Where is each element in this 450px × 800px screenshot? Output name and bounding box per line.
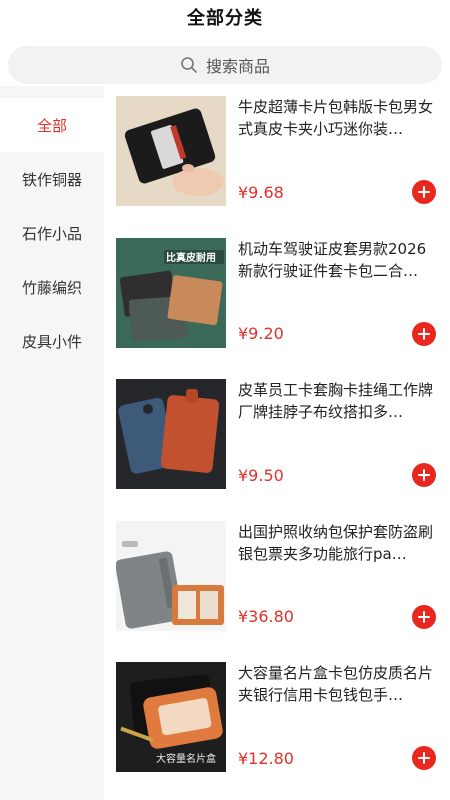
product-name[interactable]: 皮革员工卡套胸卡挂绳工作牌厂牌挂脖子布纹搭扣多… bbox=[238, 379, 436, 423]
sidebar-item-label: 石作小品 bbox=[21, 224, 82, 243]
plus-icon bbox=[418, 610, 430, 623]
product-bottom: ¥9.50 bbox=[238, 463, 436, 489]
product-image[interactable]: 比真皮耐用 bbox=[116, 237, 226, 348]
product-card[interactable]: 牛皮超薄卡片包韩版卡包男女式真皮卡夹小巧迷你装… ¥9.68 bbox=[116, 86, 436, 228]
plus-icon bbox=[418, 469, 430, 481]
product-name[interactable]: 机动车驾驶证皮套男款2026新款行驶证件套卡包二合… bbox=[238, 238, 436, 282]
product-bottom: ¥12.80 bbox=[238, 746, 436, 772]
product-price: ¥12.80 bbox=[238, 748, 294, 768]
add-to-cart-button[interactable] bbox=[412, 463, 436, 487]
product-info: 大容量名片盒卡包仿皮质名片夹银行信用卡包钱包手… ¥12.80 bbox=[226, 662, 436, 772]
page-title: 全部分类 bbox=[187, 8, 263, 29]
top-bar: 全部分类 bbox=[0, 0, 450, 34]
product-info: 牛皮超薄卡片包韩版卡包男女式真皮卡夹小巧迷你装… ¥9.68 bbox=[226, 96, 436, 206]
product-name[interactable]: 出国护照收纳包保护套防盗刷银包票夹多功能旅行pa… bbox=[238, 521, 436, 565]
sidebar-item-label: 皮具小件 bbox=[21, 332, 82, 351]
product-info: 皮革员工卡套胸卡挂绳工作牌厂牌挂脖子布纹搭扣多… ¥9.50 bbox=[226, 379, 436, 489]
content-area: 全部 铁作铜器 石作小品 竹藤编织 皮具小件 牛皮超薄卡片包韩版卡包男女式真皮卡… bbox=[0, 86, 450, 800]
sidebar-item-all[interactable]: 全部 bbox=[0, 98, 104, 152]
plus-icon bbox=[418, 752, 430, 764]
product-image[interactable] bbox=[116, 96, 226, 206]
add-to-cart-button[interactable] bbox=[412, 180, 436, 204]
product-bottom: ¥36.80 bbox=[238, 604, 436, 631]
add-to-cart-button[interactable] bbox=[412, 321, 436, 346]
product-price: ¥9.20 bbox=[238, 324, 284, 343]
product-card[interactable]: 比真皮耐用 机动车驾驶证皮套男款2026新款行驶证件套卡包二合… ¥9.20 bbox=[116, 228, 436, 370]
sidebar-item-label: 铁作铜器 bbox=[21, 170, 82, 189]
product-card[interactable]: 皮革员工卡套胸卡挂绳工作牌厂牌挂脖子布纹搭扣多… ¥9.50 bbox=[116, 369, 436, 511]
product-info: 机动车驾驶证皮套男款2026新款行驶证件套卡包二合… ¥9.20 bbox=[226, 238, 436, 348]
product-bottom: ¥9.20 bbox=[238, 321, 436, 348]
product-image[interactable] bbox=[116, 379, 226, 489]
product-info: 出国护照收纳包保护套防盗刷银包票夹多功能旅行pa… ¥36.80 bbox=[226, 521, 436, 631]
add-to-cart-button[interactable] bbox=[412, 604, 436, 629]
search-bar[interactable]: 搜索商品 bbox=[8, 46, 442, 84]
product-bottom: ¥9.68 bbox=[238, 180, 436, 206]
add-to-cart-button[interactable] bbox=[412, 746, 436, 770]
product-image[interactable]: 大容量名片盒 bbox=[116, 662, 226, 772]
sidebar-item-leather[interactable]: 皮具小件 bbox=[0, 314, 104, 368]
product-image-text: 大容量名片盒 bbox=[156, 754, 216, 765]
search-placeholder: 搜索商品 bbox=[205, 57, 270, 76]
product-price: ¥9.68 bbox=[238, 182, 284, 202]
sidebar-item-stone[interactable]: 石作小品 bbox=[0, 206, 104, 260]
product-name[interactable]: 牛皮超薄卡片包韩版卡包男女式真皮卡夹小巧迷你装… bbox=[238, 96, 436, 140]
sidebar-item-label: 全部 bbox=[36, 116, 67, 135]
product-image-text: 比真皮耐用 bbox=[166, 252, 216, 264]
product-name[interactable]: 大容量名片盒卡包仿皮质名片夹银行信用卡包钱包手… bbox=[238, 662, 436, 706]
product-card[interactable]: 出国护照收纳包保护套防盗刷银包票夹多功能旅行pa… ¥36.80 bbox=[116, 511, 436, 653]
product-card[interactable]: 大容量名片盒 大容量名片盒卡包仿皮质名片夹银行信用卡包钱包手… ¥12.80 bbox=[116, 652, 436, 794]
plus-icon bbox=[418, 186, 430, 198]
product-price: ¥9.50 bbox=[238, 465, 284, 485]
search-area: 搜索商品 bbox=[0, 34, 450, 86]
product-price: ¥36.80 bbox=[238, 607, 294, 626]
sidebar-item-label: 竹藤编织 bbox=[21, 278, 82, 297]
product-list: 牛皮超薄卡片包韩版卡包男女式真皮卡夹小巧迷你装… ¥9.68 比真皮耐用 机动车… bbox=[104, 86, 450, 800]
category-sidebar: 全部 铁作铜器 石作小品 竹藤编织 皮具小件 bbox=[0, 86, 104, 800]
plus-icon bbox=[418, 327, 430, 340]
search-icon bbox=[180, 56, 198, 74]
sidebar-item-bamboo-rattan[interactable]: 竹藤编织 bbox=[0, 260, 104, 314]
sidebar-item-iron-copper[interactable]: 铁作铜器 bbox=[0, 152, 104, 206]
product-image[interactable] bbox=[116, 520, 226, 631]
